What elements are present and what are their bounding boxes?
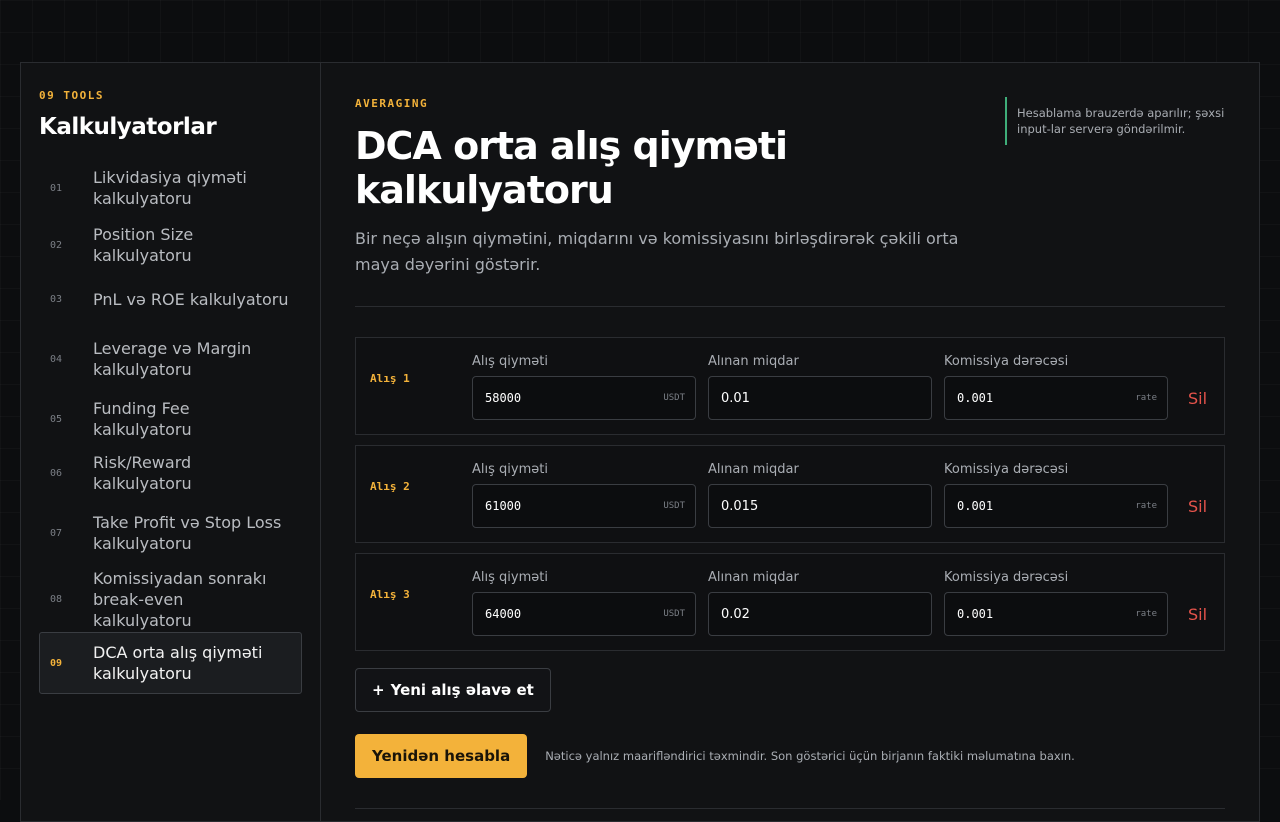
sidebar-item-tp-sl[interactable]: 07 Take Profit və Stop Loss kalkulyatoru xyxy=(39,500,302,566)
price-label: Alış qiyməti xyxy=(472,462,548,477)
sidebar-item-number: 03 xyxy=(50,293,63,305)
fee-unit: rate xyxy=(1135,609,1157,619)
price-input[interactable] xyxy=(485,391,664,405)
price-unit: USDT xyxy=(663,501,685,511)
quantity-input[interactable] xyxy=(721,498,921,514)
price-label: Alış qiyməti xyxy=(472,570,548,585)
quantity-label: Alınan miqdar xyxy=(708,570,799,585)
quantity-input[interactable] xyxy=(721,606,921,622)
purchase-label: Alış 3 xyxy=(370,587,410,601)
sidebar-item-liquidation[interactable]: 01 Likvidasiya qiyməti kalkulyatoru xyxy=(39,158,302,218)
price-input-box[interactable]: USDT xyxy=(472,376,696,420)
quantity-label: Alınan miqdar xyxy=(708,354,799,369)
sidebar-item-number: 07 xyxy=(50,527,63,539)
sidebar-nav: 01 Likvidasiya qiyməti kalkulyatoru 02 P… xyxy=(39,158,302,694)
fee-unit: rate xyxy=(1135,393,1157,403)
sidebar-item-risk-reward[interactable]: 06 Risk/Reward kalkulyatoru xyxy=(39,446,302,500)
sidebar-item-leverage-margin[interactable]: 04 Leverage və Margin kalkulyatoru xyxy=(39,326,302,392)
purchase-row: Alış 2 Alış qiyməti USDT Alınan miqdar K… xyxy=(355,445,1225,543)
quantity-input-box[interactable] xyxy=(708,592,932,636)
fee-input[interactable] xyxy=(957,499,1136,513)
sidebar-item-funding-fee[interactable]: 05 Funding Fee kalkulyatoru xyxy=(39,392,302,446)
delete-purchase-button[interactable]: Sil xyxy=(1188,389,1207,420)
main-panel: AVERAGING DCA orta alış qiyməti kalkulya… xyxy=(321,63,1259,821)
quantity-label: Alınan miqdar xyxy=(708,462,799,477)
divider xyxy=(355,808,1225,809)
sidebar-item-number: 01 xyxy=(50,182,63,194)
add-purchase-label: Yeni alış əlavə et xyxy=(390,681,534,699)
fee-input-box[interactable]: rate xyxy=(944,592,1168,636)
sidebar-item-number: 09 xyxy=(50,657,63,669)
purchase-row: Alış 1 Alış qiyməti USDT Alınan miqdar K… xyxy=(355,337,1225,435)
privacy-note: Hesablama brauzerdə aparılır; şəxsi inpu… xyxy=(1005,97,1225,145)
price-input-box[interactable]: USDT xyxy=(472,592,696,636)
plus-icon: + xyxy=(372,681,385,699)
price-input[interactable] xyxy=(485,607,664,621)
fee-unit: rate xyxy=(1135,501,1157,511)
quantity-field: Alınan miqdar xyxy=(708,354,932,420)
sidebar-item-label: Funding Fee kalkulyatoru xyxy=(93,399,192,439)
sidebar-item-dca[interactable]: 09 DCA orta alış qiyməti kalkulyatoru xyxy=(39,632,302,694)
quantity-input-box[interactable] xyxy=(708,376,932,420)
action-bar: Yenidən hesabla Nəticə yalnız maariflənd… xyxy=(355,734,1225,778)
sidebar-item-number: 06 xyxy=(50,467,63,479)
price-field: Alış qiyməti USDT xyxy=(472,354,696,420)
sidebar-item-label: Likvidasiya qiyməti kalkulyatoru xyxy=(93,168,247,208)
disclaimer-text: Nəticə yalnız maarifləndirici təxmindir.… xyxy=(545,749,1075,763)
page-title: DCA orta alış qiyməti kalkulyatoru xyxy=(355,124,788,212)
sidebar-item-number: 08 xyxy=(50,593,63,605)
delete-purchase-button[interactable]: Sil xyxy=(1188,497,1207,528)
fee-input[interactable] xyxy=(957,391,1136,405)
price-input-box[interactable]: USDT xyxy=(472,484,696,528)
price-field: Alış qiyməti USDT xyxy=(472,462,696,528)
add-purchase-button[interactable]: + Yeni alış əlavə et xyxy=(355,668,551,712)
sidebar-item-label: Leverage və Margin kalkulyatoru xyxy=(93,339,252,379)
page-description: Bir neçə alışın qiymətini, miqdarını və … xyxy=(355,229,959,274)
fee-label: Komissiya dərəcəsi xyxy=(944,462,1069,477)
sidebar-item-label: Take Profit və Stop Loss kalkulyatoru xyxy=(93,513,282,553)
purchase-row: Alış 3 Alış qiyməti USDT Alınan miqdar K… xyxy=(355,553,1225,651)
sidebar-item-number: 05 xyxy=(50,413,63,425)
fee-field: Komissiya dərəcəsi rate xyxy=(944,570,1168,636)
sidebar-item-pnl-roe[interactable]: 03 PnL və ROE kalkulyatoru xyxy=(39,272,302,326)
sidebar-title: Kalkulyatorlar xyxy=(39,114,217,140)
price-unit: USDT xyxy=(663,393,685,403)
sidebar-item-break-even[interactable]: 08 Komissiyadan sonrakı break-even kalku… xyxy=(39,566,302,632)
sidebar-kicker: 09 TOOLS xyxy=(39,89,104,102)
purchase-label: Alış 2 xyxy=(370,479,410,493)
app-window: 09 TOOLS Kalkulyatorlar 01 Likvidasiya q… xyxy=(20,62,1260,822)
sidebar-item-label: Risk/Reward kalkulyatoru xyxy=(93,453,192,493)
sidebar-item-label: Position Size kalkulyatoru xyxy=(93,225,194,265)
price-input[interactable] xyxy=(485,499,664,513)
quantity-input[interactable] xyxy=(721,390,921,406)
fee-input-box[interactable]: rate xyxy=(944,376,1168,420)
quantity-field: Alınan miqdar xyxy=(708,462,932,528)
fee-field: Komissiya dərəcəsi rate xyxy=(944,462,1168,528)
fee-input-box[interactable]: rate xyxy=(944,484,1168,528)
fee-input[interactable] xyxy=(957,607,1136,621)
sidebar-item-label: DCA orta alış qiyməti kalkulyatoru xyxy=(93,643,263,683)
price-field: Alış qiyməti USDT xyxy=(472,570,696,636)
price-unit: USDT xyxy=(663,609,685,619)
price-label: Alış qiyməti xyxy=(472,354,548,369)
recalculate-button[interactable]: Yenidən hesabla xyxy=(355,734,528,778)
sidebar-item-position-size[interactable]: 02 Position Size kalkulyatoru xyxy=(39,218,302,272)
quantity-input-box[interactable] xyxy=(708,484,932,528)
purchase-label: Alış 1 xyxy=(370,371,410,385)
fee-field: Komissiya dərəcəsi rate xyxy=(944,354,1168,420)
sidebar-item-number: 04 xyxy=(50,353,63,365)
sidebar-item-number: 02 xyxy=(50,239,63,251)
sidebar-item-label: PnL və ROE kalkulyatoru xyxy=(93,289,289,309)
quantity-field: Alınan miqdar xyxy=(708,570,932,636)
divider xyxy=(355,306,1225,307)
sidebar: 09 TOOLS Kalkulyatorlar 01 Likvidasiya q… xyxy=(21,63,321,821)
fee-label: Komissiya dərəcəsi xyxy=(944,570,1069,585)
fee-label: Komissiya dərəcəsi xyxy=(944,354,1069,369)
delete-purchase-button[interactable]: Sil xyxy=(1188,605,1207,636)
sidebar-item-label: Komissiyadan sonrakı break-even kalkulya… xyxy=(93,568,267,630)
